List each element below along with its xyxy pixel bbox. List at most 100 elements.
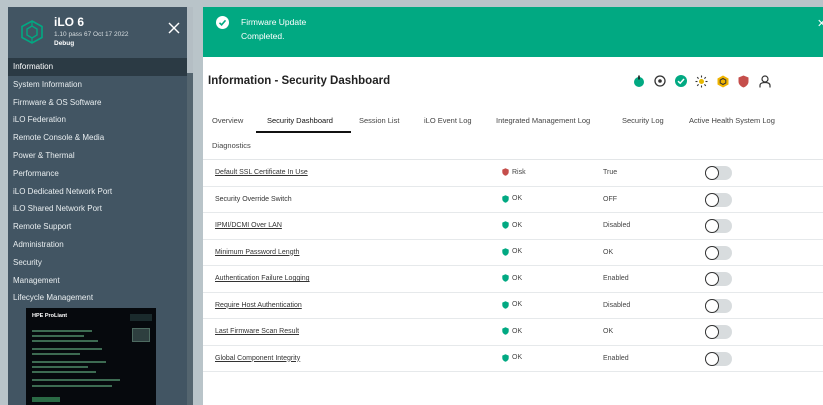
sidebar-item-power-thermal[interactable]: Power & Thermal bbox=[8, 147, 193, 165]
sidebar-scrollbar[interactable] bbox=[187, 7, 193, 405]
security-state-value: Disabled bbox=[603, 222, 631, 229]
security-status: OK bbox=[502, 327, 522, 335]
preview-status-bar bbox=[32, 397, 60, 402]
sidebar-item-firmware-os-software[interactable]: Firmware & OS Software bbox=[8, 94, 193, 112]
ok-shield-icon bbox=[502, 247, 509, 256]
security-parameter-name[interactable]: Require Host Authentication bbox=[215, 302, 302, 309]
ok-shield-icon bbox=[502, 300, 509, 309]
ignore-toggle[interactable] bbox=[705, 272, 732, 286]
tab-diagnostics[interactable]: Diagnostics bbox=[212, 141, 251, 150]
sidebar-item-lifecycle-management[interactable]: Lifecycle Management bbox=[8, 289, 193, 307]
sidebar-item-ilo-federation[interactable]: iLO Federation bbox=[8, 111, 193, 129]
sidebar-item-information[interactable]: Information bbox=[8, 58, 193, 76]
toggle-knob bbox=[705, 245, 719, 260]
preview-text-line bbox=[32, 348, 102, 350]
security-status: OK bbox=[502, 353, 523, 362]
sidebar-item-remote-console-media[interactable]: Remote Console & Media bbox=[8, 129, 193, 147]
toggle-knob bbox=[705, 166, 719, 180]
toggle-knob bbox=[705, 219, 719, 233]
health-ok-icon[interactable] bbox=[670, 73, 691, 89]
table-row: Minimum Password Length OK OK bbox=[203, 240, 823, 266]
security-status: OK bbox=[502, 300, 523, 309]
preview-brand-logo bbox=[130, 314, 152, 321]
toggle-knob bbox=[705, 351, 719, 366]
remote-console-preview[interactable]: HPE ProLiant bbox=[26, 308, 156, 405]
preview-text-line bbox=[32, 330, 92, 332]
sidebar-scroll-thumb[interactable] bbox=[187, 7, 193, 73]
tab-overview[interactable]: Overview bbox=[212, 116, 243, 125]
tab-integrated-management-log[interactable]: Integrated Management Log bbox=[496, 116, 590, 125]
app-version: 1.10 pass 67 Oct 17 2022 bbox=[54, 31, 129, 38]
security-dashboard-table: Default SSL Certificate In Use Risk True Se… bbox=[203, 160, 823, 372]
ignore-toggle[interactable] bbox=[705, 219, 732, 233]
ignore-toggle[interactable] bbox=[705, 245, 732, 260]
table-row: Last Firmware Scan Result OK OK bbox=[203, 319, 823, 346]
ignore-toggle[interactable] bbox=[705, 325, 732, 339]
app-title: iLO 6 bbox=[54, 15, 85, 29]
ignore-toggle[interactable] bbox=[705, 166, 732, 180]
tab-ilo-event-log[interactable]: iLO Event Log bbox=[424, 116, 472, 125]
security-status-label: OK bbox=[512, 195, 523, 202]
ok-shield-icon bbox=[502, 221, 509, 229]
tab-active-health-system-log[interactable]: Active Health System Log bbox=[689, 116, 775, 125]
security-status: Risk bbox=[502, 168, 526, 176]
security-parameter-name[interactable]: Last Firmware Scan Result bbox=[215, 328, 299, 335]
ok-shield-icon bbox=[502, 353, 509, 362]
security-status-label: OK bbox=[512, 274, 523, 282]
security-status-label: OK bbox=[512, 354, 523, 361]
risk-shield-icon bbox=[502, 168, 509, 176]
ilo-logo-icon bbox=[21, 20, 43, 44]
table-row: Security Override Switch OK OFF bbox=[203, 187, 823, 213]
sidebar-item-system-information[interactable]: System Information bbox=[8, 76, 193, 94]
notification-banner: Firmware Update Completed. ✕ bbox=[203, 7, 823, 57]
sidebar-item-performance[interactable]: Performance bbox=[8, 165, 193, 183]
preview-text-line bbox=[32, 366, 88, 368]
page-title: Information - Security Dashboard bbox=[208, 75, 391, 87]
security-shield-icon[interactable] bbox=[733, 73, 754, 89]
preview-text-line bbox=[32, 361, 106, 363]
close-icon[interactable] bbox=[167, 21, 181, 35]
sidebar-item-ilo-shared-network-port[interactable]: iLO Shared Network Port bbox=[8, 200, 193, 218]
security-parameter-name[interactable]: Minimum Password Length bbox=[215, 249, 299, 256]
ok-shield-icon bbox=[502, 274, 509, 282]
sidebar-nav: Information System Information Firmware & … bbox=[8, 58, 193, 307]
security-state-value: Enabled bbox=[603, 354, 629, 362]
power-status-icon[interactable] bbox=[628, 73, 649, 89]
security-status-label: OK bbox=[512, 248, 523, 255]
ignore-toggle[interactable] bbox=[705, 298, 732, 313]
security-parameter-name[interactable]: Global Component Integrity bbox=[215, 355, 300, 362]
security-parameter-name[interactable]: IPMI/DCMI Over LAN bbox=[215, 222, 282, 229]
user-icon[interactable] bbox=[754, 73, 775, 89]
preview-text-line bbox=[32, 353, 80, 355]
notification-close-icon[interactable]: ✕ bbox=[817, 17, 823, 30]
table-row: IPMI/DCMI Over LAN OK Disabled bbox=[203, 213, 823, 240]
security-status-label: OK bbox=[512, 327, 523, 335]
tab-security-dashboard[interactable]: Security Dashboard bbox=[267, 116, 333, 125]
sun-icon[interactable] bbox=[691, 73, 712, 89]
sidebar-item-management[interactable]: Management bbox=[8, 272, 193, 290]
security-state-value: Enabled bbox=[603, 275, 629, 282]
hex-badge-icon[interactable] bbox=[712, 73, 733, 89]
sidebar-item-ilo-dedicated-network-port[interactable]: iLO Dedicated Network Port bbox=[8, 183, 193, 201]
tab-security-log[interactable]: Security Log bbox=[622, 116, 664, 125]
security-parameter-name[interactable]: Authentication Failure Logging bbox=[215, 275, 310, 282]
ignore-toggle[interactable] bbox=[705, 192, 732, 207]
table-row: Require Host Authentication OK Disabled bbox=[203, 293, 823, 319]
security-state-value: OFF bbox=[603, 195, 617, 203]
preview-text-line bbox=[32, 379, 120, 381]
sidebar-item-security[interactable]: Security bbox=[8, 254, 193, 272]
table-row: Default SSL Certificate In Use Risk True bbox=[203, 160, 823, 187]
sidebar-item-remote-support[interactable]: Remote Support bbox=[8, 218, 193, 236]
uid-indicator-icon[interactable] bbox=[649, 73, 670, 89]
ok-shield-icon bbox=[502, 327, 509, 335]
security-status-label: OK bbox=[512, 301, 523, 308]
sidebar-item-administration[interactable]: Administration bbox=[8, 236, 193, 254]
tab-session-list[interactable]: Session List bbox=[359, 116, 399, 125]
ignore-toggle[interactable] bbox=[705, 351, 732, 366]
header-status-icons bbox=[628, 73, 775, 89]
preview-server-image bbox=[132, 328, 150, 342]
security-parameter-name[interactable]: Default SSL Certificate In Use bbox=[215, 169, 308, 176]
table-row: Authentication Failure Logging OK Enabled bbox=[203, 266, 823, 293]
preview-text-line bbox=[32, 335, 84, 337]
security-status: OK bbox=[502, 194, 523, 203]
